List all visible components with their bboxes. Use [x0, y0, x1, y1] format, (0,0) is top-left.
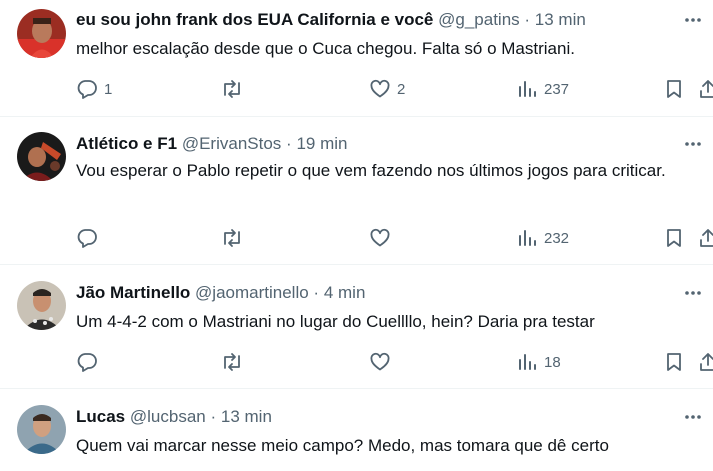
more-icon[interactable]: [683, 407, 703, 427]
timestamp[interactable]: 4 min: [324, 283, 366, 302]
tweet-text: Um 4-4-2 com o Mastriani no lugar do Cue…: [76, 312, 595, 331]
author-name[interactable]: Lucas: [76, 407, 125, 426]
tweet[interactable]: Lucas @lucbsan · 13 min Quem vai marcar …: [0, 389, 713, 471]
reply-icon: [77, 80, 97, 99]
action-bar: 1 2 237: [76, 77, 713, 101]
avatar[interactable]: [17, 405, 66, 454]
tweet-header: Jão Martinello @jaomartinello · 4 min: [76, 282, 673, 304]
timestamp[interactable]: 13 min: [535, 10, 586, 29]
views-button[interactable]: 237: [516, 77, 569, 101]
views-icon: [519, 230, 536, 246]
like-icon: [370, 228, 390, 247]
author-name[interactable]: Atlético e F1: [76, 134, 177, 153]
separator-dot: ·: [313, 283, 320, 302]
bookmark-button[interactable]: [664, 350, 684, 374]
view-count: 232: [544, 229, 570, 247]
retweet-button[interactable]: [220, 226, 250, 250]
separator-dot: ·: [524, 10, 531, 29]
avatar[interactable]: [17, 9, 66, 58]
author-handle[interactable]: @jaomartinello: [195, 283, 309, 302]
bookmark-button[interactable]: [664, 226, 684, 250]
reply-icon: [77, 353, 97, 372]
timestamp[interactable]: 19 min: [296, 134, 347, 153]
action-bar: 232: [76, 226, 713, 250]
author-handle[interactable]: @lucbsan: [130, 407, 206, 426]
author-name[interactable]: eu sou john frank dos EUA California e v…: [76, 10, 433, 29]
like-button[interactable]: 2: [369, 77, 405, 101]
view-count: 18: [544, 353, 561, 371]
share-button[interactable]: [698, 77, 713, 101]
avatar[interactable]: [17, 281, 66, 330]
retweet-button[interactable]: [220, 77, 250, 101]
separator-dot: ·: [286, 134, 292, 153]
like-button[interactable]: [369, 350, 397, 374]
tweet[interactable]: eu sou john frank dos EUA California e v…: [0, 0, 713, 117]
share-button[interactable]: [698, 226, 713, 250]
like-icon: [370, 79, 390, 98]
reply-button[interactable]: [76, 226, 104, 250]
views-icon: [519, 354, 536, 370]
share-icon: [700, 80, 713, 98]
retweet-button[interactable]: [220, 350, 250, 374]
tweet[interactable]: Atlético e F1 @ErivanStos · 19 min Vou e…: [0, 117, 713, 265]
tweet-text: Quem vai marcar nesse meio campo? Medo, …: [76, 436, 609, 455]
tweet-header: Lucas @lucbsan · 13 min: [76, 406, 673, 428]
bookmark-icon: [667, 80, 681, 98]
tweet[interactable]: Jão Martinello @jaomartinello · 4 min Um…: [0, 265, 713, 389]
share-icon: [700, 353, 713, 371]
like-count: 2: [397, 80, 406, 98]
reply-count: 1: [104, 80, 113, 98]
views-icon: [519, 81, 536, 97]
like-icon: [370, 352, 390, 371]
timestamp[interactable]: 13 min: [221, 407, 272, 426]
bookmark-icon: [667, 353, 681, 371]
views-button[interactable]: 232: [516, 226, 569, 250]
separator-dot: ·: [210, 407, 217, 426]
author-handle[interactable]: @ErivanStos: [182, 134, 281, 153]
action-bar: 18: [76, 350, 713, 374]
author-name[interactable]: Jão Martinello: [76, 283, 190, 302]
tweet-header: Atlético e F1 @ErivanStos · 19 min: [76, 133, 673, 155]
retweet-icon: [224, 229, 240, 247]
more-icon[interactable]: [683, 134, 703, 154]
retweet-icon: [224, 80, 240, 98]
tweet-text: Vou esperar o Pablo repetir o que vem fa…: [76, 161, 666, 180]
reply-icon: [77, 229, 97, 248]
more-icon[interactable]: [683, 10, 703, 30]
retweet-icon: [224, 353, 240, 371]
tweet-text: melhor escalação desde que o Cuca chegou…: [76, 39, 575, 58]
reply-button[interactable]: [76, 350, 104, 374]
bookmark-button[interactable]: [664, 77, 684, 101]
share-icon: [700, 229, 713, 247]
author-handle[interactable]: @g_patins: [438, 10, 520, 29]
like-button[interactable]: [369, 226, 397, 250]
view-count: 237: [544, 80, 570, 98]
tweet-header: eu sou john frank dos EUA California e v…: [76, 9, 673, 31]
reply-feed: eu sou john frank dos EUA California e v…: [0, 0, 713, 471]
share-button[interactable]: [698, 350, 713, 374]
more-icon[interactable]: [683, 283, 703, 303]
avatar[interactable]: [17, 132, 66, 181]
views-button[interactable]: 18: [516, 350, 561, 374]
bookmark-icon: [667, 229, 681, 247]
reply-button[interactable]: 1: [76, 77, 112, 101]
